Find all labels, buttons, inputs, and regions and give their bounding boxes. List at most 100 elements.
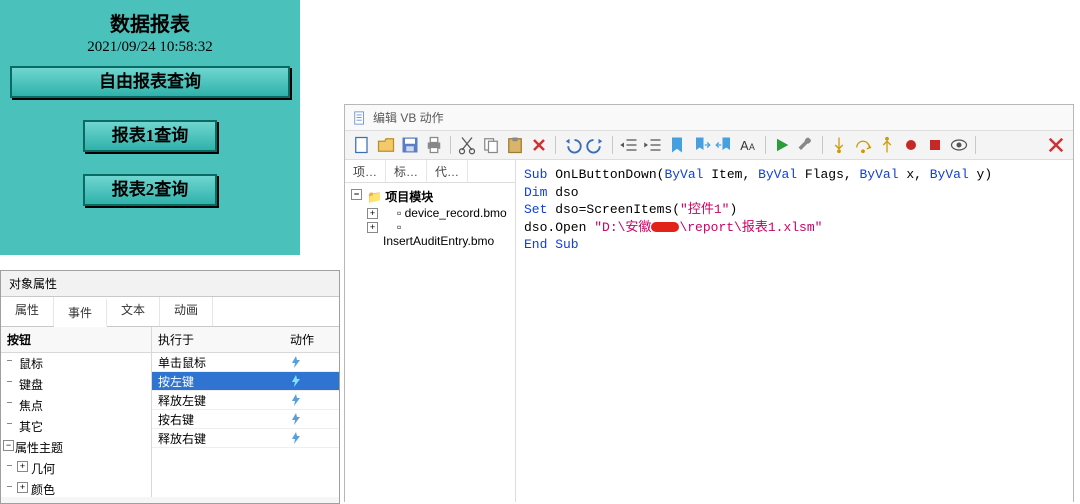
step-into-icon[interactable]: [828, 134, 850, 156]
vb-editor-titlebar: 编辑 VB 动作: [345, 105, 1073, 131]
project-tree-leaf[interactable]: + ▫ device_record.bmo: [347, 206, 513, 220]
event-row-label: 释放右键: [152, 430, 284, 447]
outdent-icon[interactable]: [618, 134, 640, 156]
project-tab-tag[interactable]: 标…: [386, 160, 427, 182]
project-tree: − 📁 项目模块 + ▫ device_record.bmo + ▫ Inser…: [345, 183, 515, 502]
event-row[interactable]: 释放左键: [152, 391, 339, 410]
module-icon: ▫: [397, 206, 401, 220]
close-icon[interactable]: [1045, 134, 1067, 156]
project-tabs: 项… 标… 代…: [345, 160, 515, 183]
project-tab-proj[interactable]: 项…: [345, 160, 386, 182]
breakpoint-icon[interactable]: [900, 134, 922, 156]
run-icon[interactable]: [771, 134, 793, 156]
object-properties-panel: 对象属性 属性 事件 文本 动画 按钮 鼠标 键盘 焦点 其它 − 属性主题 +…: [0, 270, 340, 504]
theme-header-label: 属性主题: [15, 441, 63, 455]
indent-icon[interactable]: [642, 134, 664, 156]
script-bolt-icon: [290, 394, 302, 406]
event-row-label: 按右键: [152, 411, 284, 428]
redo-icon[interactable]: [585, 134, 607, 156]
event-cat-keyboard[interactable]: 键盘: [1, 374, 151, 395]
event-cat-focus[interactable]: 焦点: [1, 395, 151, 416]
object-properties-title: 对象属性: [1, 271, 339, 297]
theme-color[interactable]: + 颜色: [1, 479, 151, 497]
stop-icon[interactable]: [924, 134, 946, 156]
toolbar-separator: [975, 136, 976, 154]
script-bolt-icon: [290, 413, 302, 425]
event-row[interactable]: 按左键: [152, 372, 339, 391]
tools-icon[interactable]: [795, 134, 817, 156]
report-1-button[interactable]: 报表1查询: [83, 120, 217, 152]
hmi-timestamp: 2021/09/24 10:58:32: [0, 39, 300, 56]
step-over-icon[interactable]: [852, 134, 874, 156]
event-list-header: 执行于 动作: [152, 327, 339, 353]
expand-icon[interactable]: +: [367, 208, 378, 219]
watch-icon[interactable]: [948, 134, 970, 156]
hmi-preview-panel: 数据报表 2021/09/24 10:58:32 自由报表查询 报表1查询 报表…: [0, 0, 300, 255]
cut-icon[interactable]: [456, 134, 478, 156]
project-tab-code[interactable]: 代…: [427, 160, 468, 182]
collapse-icon[interactable]: −: [351, 189, 362, 200]
properties-tabs: 属性 事件 文本 动画: [1, 297, 339, 327]
step-out-icon[interactable]: [876, 134, 898, 156]
report-2-button[interactable]: 报表2查询: [83, 174, 217, 206]
toolbar-separator: [612, 136, 613, 154]
free-report-button[interactable]: 自由报表查询: [10, 66, 290, 98]
bookmark-icon[interactable]: [666, 134, 688, 156]
paste-icon[interactable]: [504, 134, 526, 156]
bookmark-next-icon[interactable]: [690, 134, 712, 156]
toolbar-separator: [450, 136, 451, 154]
expand-icon[interactable]: +: [17, 482, 28, 493]
event-row-action: [284, 375, 339, 387]
tab-text[interactable]: 文本: [107, 297, 160, 326]
tab-attributes[interactable]: 属性: [1, 297, 54, 326]
expand-icon[interactable]: +: [367, 222, 378, 233]
expand-icon[interactable]: +: [17, 461, 28, 472]
delete-icon[interactable]: [528, 134, 550, 156]
tab-animation[interactable]: 动画: [160, 297, 213, 326]
collapse-icon[interactable]: −: [3, 440, 14, 451]
event-row-label: 按左键: [152, 373, 284, 390]
code-editor[interactable]: Sub OnLButtonDown(ByVal Item, ByVal Flag…: [516, 160, 1073, 502]
open-icon[interactable]: [375, 134, 397, 156]
new-icon[interactable]: [351, 134, 373, 156]
tab-events[interactable]: 事件: [54, 298, 107, 327]
project-tree-leaf[interactable]: + ▫ InsertAuditEntry.bmo: [347, 220, 513, 248]
project-tree-root[interactable]: − 📁 项目模块: [347, 187, 513, 206]
print-icon[interactable]: [423, 134, 445, 156]
vb-editor-toolbar: AA: [345, 131, 1073, 160]
event-row[interactable]: 释放右键: [152, 429, 339, 448]
event-row-action: [284, 394, 339, 406]
module-icon: ▫: [397, 220, 401, 234]
event-row-action: [284, 432, 339, 444]
bookmark-prev-icon[interactable]: [714, 134, 736, 156]
hmi-title: 数据报表: [0, 8, 300, 37]
event-row-label: 释放左键: [152, 392, 284, 409]
toolbar-separator: [555, 136, 556, 154]
theme-root[interactable]: − 属性主题: [1, 437, 151, 458]
event-cat-other[interactable]: 其它: [1, 416, 151, 437]
undo-icon[interactable]: [561, 134, 583, 156]
event-row-action: [284, 413, 339, 425]
event-category-header: 按钮: [1, 327, 151, 353]
event-category-tree: 按钮 鼠标 键盘 焦点 其它 − 属性主题 + 几何 + 颜色 +: [1, 327, 152, 497]
script-bolt-icon: [290, 432, 302, 444]
vb-editor-window: 编辑 VB 动作 AA 项… 标… 代… − 📁 项目模块 +: [344, 104, 1074, 502]
document-icon: [353, 111, 367, 125]
svg-text:A: A: [740, 139, 749, 153]
theme-geometry[interactable]: + 几何: [1, 458, 151, 479]
event-row[interactable]: 单击鼠标: [152, 353, 339, 372]
script-bolt-icon: [290, 356, 302, 368]
svg-text:A: A: [749, 142, 755, 152]
redacted-text: [651, 222, 679, 232]
event-col-execute: 执行于: [152, 327, 284, 352]
toolbar-separator: [765, 136, 766, 154]
event-row[interactable]: 按右键: [152, 410, 339, 429]
font-size-icon[interactable]: AA: [738, 134, 760, 156]
event-cat-mouse[interactable]: 鼠标: [1, 353, 151, 374]
event-list: 执行于 动作 单击鼠标按左键释放左键按右键释放右键: [152, 327, 339, 497]
event-row-action: [284, 356, 339, 368]
project-explorer: 项… 标… 代… − 📁 项目模块 + ▫ device_record.bmo: [345, 160, 516, 502]
copy-icon[interactable]: [480, 134, 502, 156]
save-icon[interactable]: [399, 134, 421, 156]
event-col-action: 动作: [284, 327, 339, 352]
